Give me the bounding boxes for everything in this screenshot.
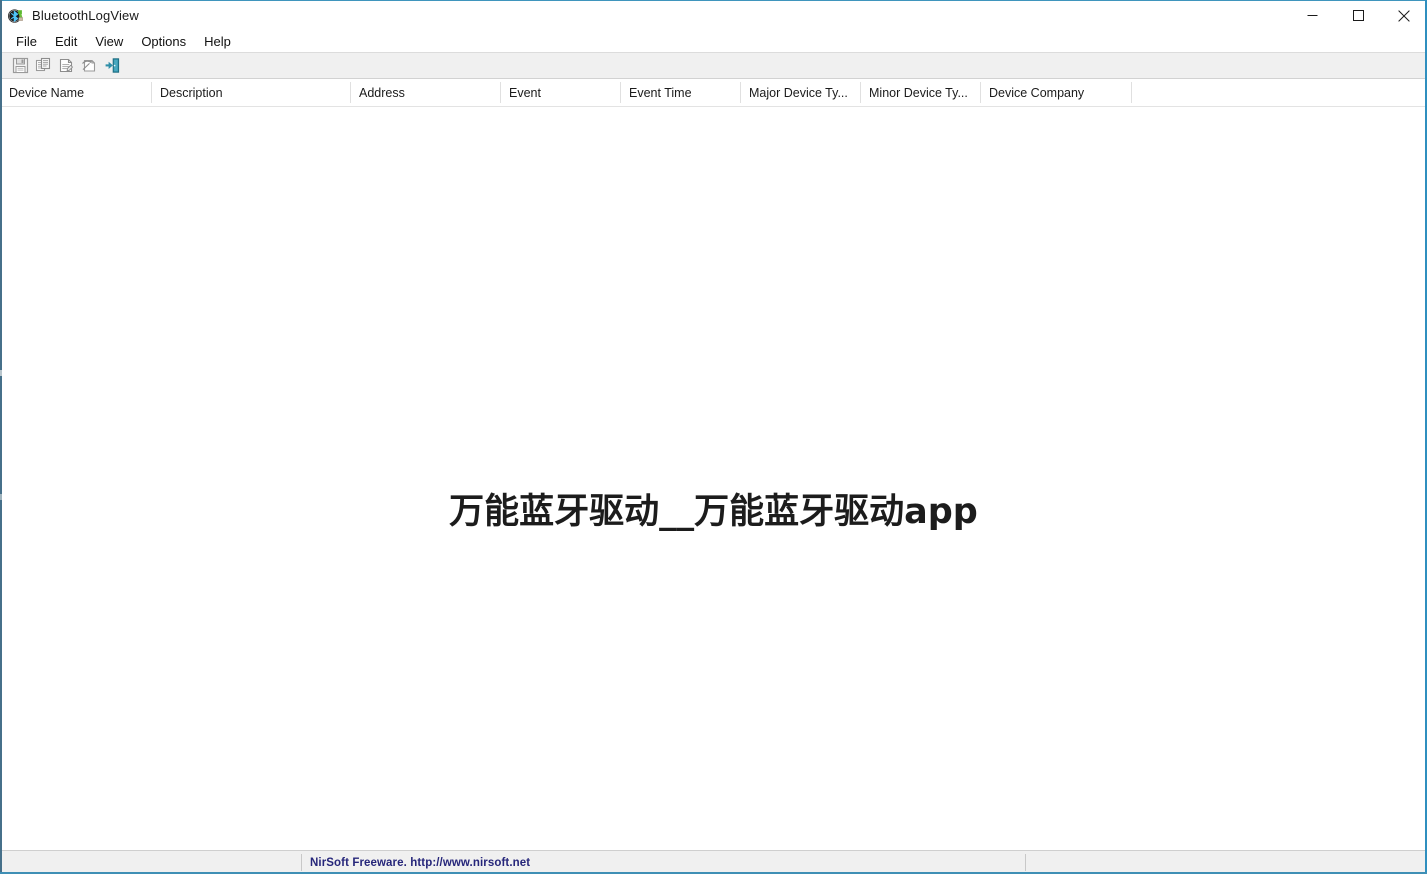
maximize-button[interactable] [1335, 0, 1381, 31]
save-button[interactable] [9, 55, 32, 77]
column-header-major-device-type[interactable]: Major Device Ty... [740, 79, 860, 106]
copy-icon [35, 57, 52, 74]
list-rows-area[interactable] [0, 107, 1427, 850]
menu-item-file[interactable]: File [7, 32, 46, 52]
status-panel-credit: NirSoft Freeware. http://www.nirsoft.net [301, 851, 1025, 874]
nirsoft-credit-text[interactable]: NirSoft Freeware. http://www.nirsoft.net [310, 857, 530, 869]
application-window: BluetoothLogView File Edit View Options … [0, 0, 1427, 874]
refresh-button[interactable] [78, 55, 101, 77]
toolbar [0, 52, 1427, 79]
column-header-event-time[interactable]: Event Time [620, 79, 740, 106]
bluetooth-app-icon [7, 8, 24, 24]
copy-button[interactable] [32, 55, 55, 77]
menu-item-view[interactable]: View [86, 32, 132, 52]
column-header-minor-device-type[interactable]: Minor Device Ty... [860, 79, 980, 106]
column-header-device-name[interactable]: Device Name [0, 79, 151, 106]
status-panel-left [0, 851, 301, 874]
menu-item-options[interactable]: Options [132, 32, 195, 52]
column-header-filler [1131, 79, 1427, 106]
list-header-row: Device Name Description Address Event Ev… [0, 79, 1427, 107]
refresh-icon [81, 57, 98, 74]
close-button[interactable] [1381, 0, 1427, 31]
column-header-device-company[interactable]: Device Company [980, 79, 1131, 106]
exit-icon [104, 57, 121, 74]
menu-item-edit[interactable]: Edit [46, 32, 86, 52]
exit-button[interactable] [101, 55, 124, 77]
title-bar: BluetoothLogView [0, 0, 1427, 31]
properties-button[interactable] [55, 55, 78, 77]
column-header-address[interactable]: Address [350, 79, 500, 106]
save-icon [12, 57, 29, 74]
caption-button-group [1289, 0, 1427, 31]
column-header-description[interactable]: Description [151, 79, 350, 106]
status-panel-right [1025, 851, 1427, 874]
status-bar: NirSoft Freeware. http://www.nirsoft.net [0, 850, 1427, 874]
log-list-view[interactable]: Device Name Description Address Event Ev… [0, 79, 1427, 850]
minimize-button[interactable] [1289, 0, 1335, 31]
properties-icon [58, 57, 75, 74]
column-header-event[interactable]: Event [500, 79, 620, 106]
window-title: BluetoothLogView [32, 8, 139, 23]
menu-item-help[interactable]: Help [195, 32, 240, 52]
menu-bar: File Edit View Options Help [0, 31, 1427, 52]
